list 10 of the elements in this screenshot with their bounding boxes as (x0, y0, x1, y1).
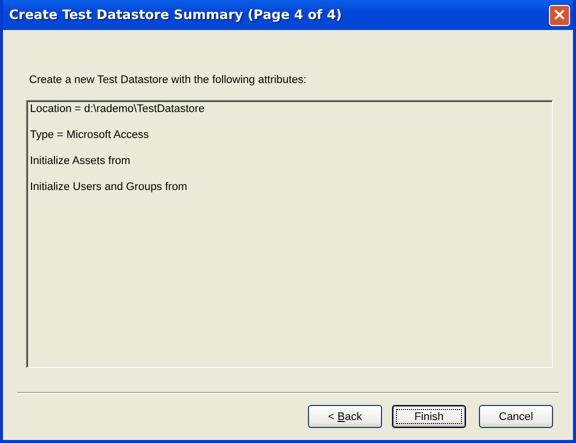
window-title: Create Test Datastore Summary (Page 4 of 4) (9, 8, 342, 22)
summary-line: Location = d:\rademo\TestDatastore (30, 103, 206, 116)
summary-line: Initialize Assets from (30, 155, 132, 168)
summary-line: Initialize Users and Groups from (30, 181, 188, 194)
dialog-button[interactable]: Cancel (479, 405, 553, 428)
dialog-button[interactable]: Finish (392, 405, 466, 428)
instruction-text: Create a new Test Datastore with the following attributes: (29, 74, 308, 86)
close-button[interactable]: × (549, 4, 570, 26)
dialog-button[interactable]: < Back (308, 405, 382, 428)
summary-line: Type = Microsoft Access (30, 129, 150, 142)
